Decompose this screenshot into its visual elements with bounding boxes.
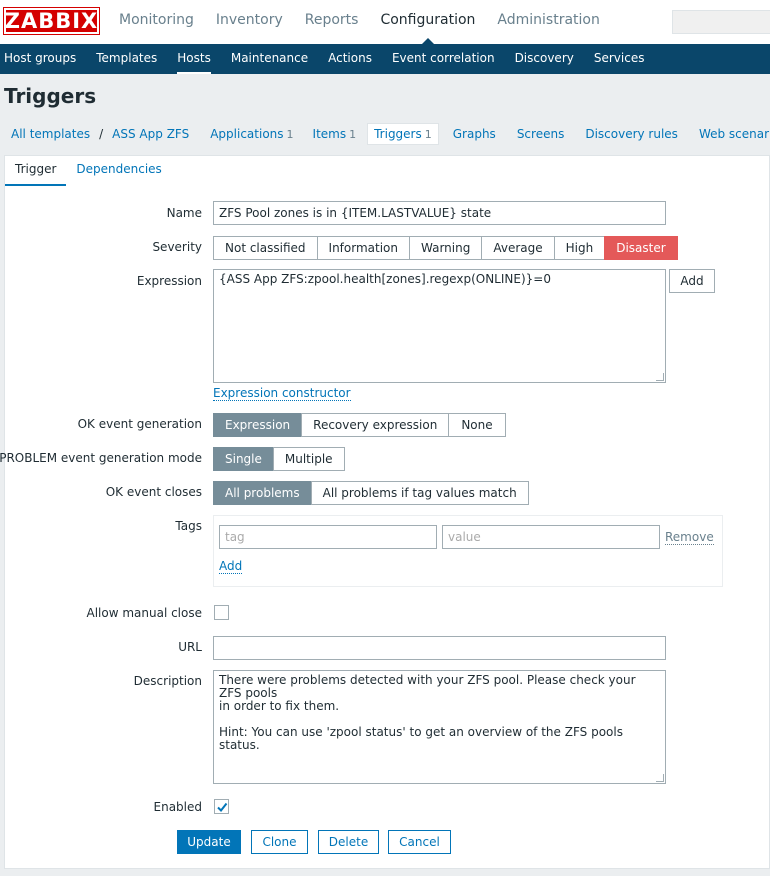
description-label: Description (133, 674, 202, 688)
nav-items-count: 1 (349, 128, 357, 141)
page-title: Triggers (4, 84, 97, 108)
ok-event-closes-label: OK event closes (105, 485, 202, 499)
menu-administration[interactable]: Administration (486, 0, 610, 44)
problem-mode-selector: Single Multiple (213, 447, 345, 471)
trigger-form-panel: Trigger Dependencies Name ZFS Pool zones… (0, 155, 770, 869)
tab-dependencies[interactable]: Dependencies (66, 156, 171, 186)
resize-grip-icon[interactable] (656, 373, 664, 381)
allow-manual-close-checkbox[interactable] (214, 605, 229, 620)
nav-graphs[interactable]: Graphs (446, 123, 503, 145)
ok-closes-all-problems[interactable]: All problems (213, 481, 312, 505)
delete-button[interactable]: Delete (318, 830, 379, 854)
ok-event-generation-label: OK event generation (77, 417, 202, 431)
ok-generation-recovery-expression[interactable]: Recovery expression (301, 413, 450, 437)
main-menu: Monitoring Inventory Reports Configurati… (108, 0, 611, 45)
sub-menu: Host groups Templates Hosts Maintenance … (0, 44, 770, 74)
severity-not-classified[interactable]: Not classified (213, 236, 318, 260)
expression-add-button[interactable]: Add (669, 269, 715, 293)
allow-manual-close-label: Allow manual close (86, 606, 202, 620)
expression-textarea[interactable]: {ASS App ZFS:zpool.health[zones].regexp(… (213, 269, 666, 383)
update-button[interactable]: Update (177, 830, 241, 854)
ok-generation-none[interactable]: None (448, 413, 506, 437)
nav-items-label: Items (312, 127, 347, 141)
problem-mode-label: PROBLEM event generation mode (0, 451, 202, 465)
submenu-services[interactable]: Services (584, 44, 655, 74)
nav-discovery-rules[interactable]: Discovery rules (578, 123, 685, 145)
tag-input[interactable]: tag (219, 525, 437, 549)
name-label: Name (166, 206, 202, 220)
cancel-button[interactable]: Cancel (388, 830, 451, 854)
ok-generation-expression[interactable]: Expression (213, 413, 303, 437)
menu-reports[interactable]: Reports (294, 0, 370, 44)
nav-applications-count: 1 (286, 128, 294, 141)
tab-trigger[interactable]: Trigger (5, 156, 67, 186)
clone-button[interactable]: Clone (251, 830, 308, 854)
ok-closes-tag-match[interactable]: All problems if tag values match (310, 481, 529, 505)
tag-value-input[interactable]: value (442, 525, 660, 549)
enabled-checkbox[interactable] (214, 799, 229, 814)
expression-label: Expression (136, 274, 202, 288)
description-line-1: There were problems detected with your Z… (219, 673, 636, 700)
severity-average[interactable]: Average (481, 236, 555, 260)
nav-triggers-label: Triggers (374, 127, 422, 141)
submenu-hosts[interactable]: Hosts (167, 44, 221, 74)
expression-text: {ASS App ZFS:zpool.health[zones].regexp(… (219, 272, 551, 286)
menu-inventory[interactable]: Inventory (205, 0, 294, 44)
nav-triggers-count: 1 (424, 128, 432, 141)
checkmark-icon (217, 802, 228, 813)
nav-all-templates[interactable]: All templates (4, 123, 97, 145)
submenu-event-correlation[interactable]: Event correlation (382, 44, 505, 74)
url-input[interactable] (213, 636, 666, 660)
tag-add-link[interactable]: Add (219, 559, 243, 574)
description-line-3: Hint: You can use 'zpool status' to get … (219, 725, 623, 752)
nav-screens[interactable]: Screens (510, 123, 572, 145)
problem-mode-single[interactable]: Single (213, 447, 274, 471)
nav-web-scenarios[interactable]: Web scenarios (692, 123, 770, 145)
severity-information[interactable]: Information (316, 236, 410, 260)
resize-grip-icon[interactable] (656, 774, 664, 782)
severity-high[interactable]: High (553, 236, 606, 260)
menu-configuration[interactable]: Configuration (369, 0, 486, 45)
submenu-templates[interactable]: Templates (86, 44, 167, 74)
top-header: ZABBIX Monitoring Inventory Reports Conf… (0, 0, 770, 45)
nav-triggers[interactable]: Triggers 1 (367, 123, 439, 145)
expression-constructor-link[interactable]: Expression constructor (213, 386, 351, 401)
tags-label: Tags (175, 519, 202, 533)
severity-label: Severity (152, 240, 202, 254)
ok-event-closes-selector: All problems All problems if tag values … (213, 481, 529, 505)
name-input[interactable]: ZFS Pool zones is in {ITEM.LASTVALUE} st… (213, 201, 666, 225)
submenu-discovery[interactable]: Discovery (505, 44, 584, 74)
severity-disaster[interactable]: Disaster (604, 236, 678, 260)
url-label: URL (178, 640, 202, 654)
problem-mode-multiple[interactable]: Multiple (272, 447, 345, 471)
description-textarea[interactable]: There were problems detected with your Z… (213, 670, 666, 784)
search-input[interactable] (672, 10, 770, 34)
form-tabs: Trigger Dependencies (5, 156, 172, 186)
description-line-2: in order to fix them. (219, 699, 340, 713)
submenu-actions[interactable]: Actions (318, 44, 382, 74)
nav-applications-label: Applications (210, 127, 284, 141)
submenu-maintenance[interactable]: Maintenance (221, 44, 318, 74)
tags-table: tag value Remove Add (213, 515, 723, 587)
enabled-label: Enabled (153, 800, 203, 814)
severity-warning[interactable]: Warning (409, 236, 483, 260)
severity-selector: Not classified Information Warning Avera… (213, 236, 678, 260)
menu-monitoring[interactable]: Monitoring (108, 0, 205, 44)
ok-event-generation-selector: Expression Recovery expression None (213, 413, 506, 437)
object-navigation: All templates / ASS App ZFS Applications… (4, 122, 770, 146)
nav-template-name[interactable]: ASS App ZFS (105, 123, 196, 145)
submenu-host-groups[interactable]: Host groups (0, 44, 86, 74)
zabbix-logo[interactable]: ZABBIX (3, 7, 100, 35)
tag-remove-link[interactable]: Remove (665, 530, 714, 545)
nav-items[interactable]: Items 1 (306, 123, 364, 145)
nav-applications[interactable]: Applications 1 (203, 123, 300, 145)
